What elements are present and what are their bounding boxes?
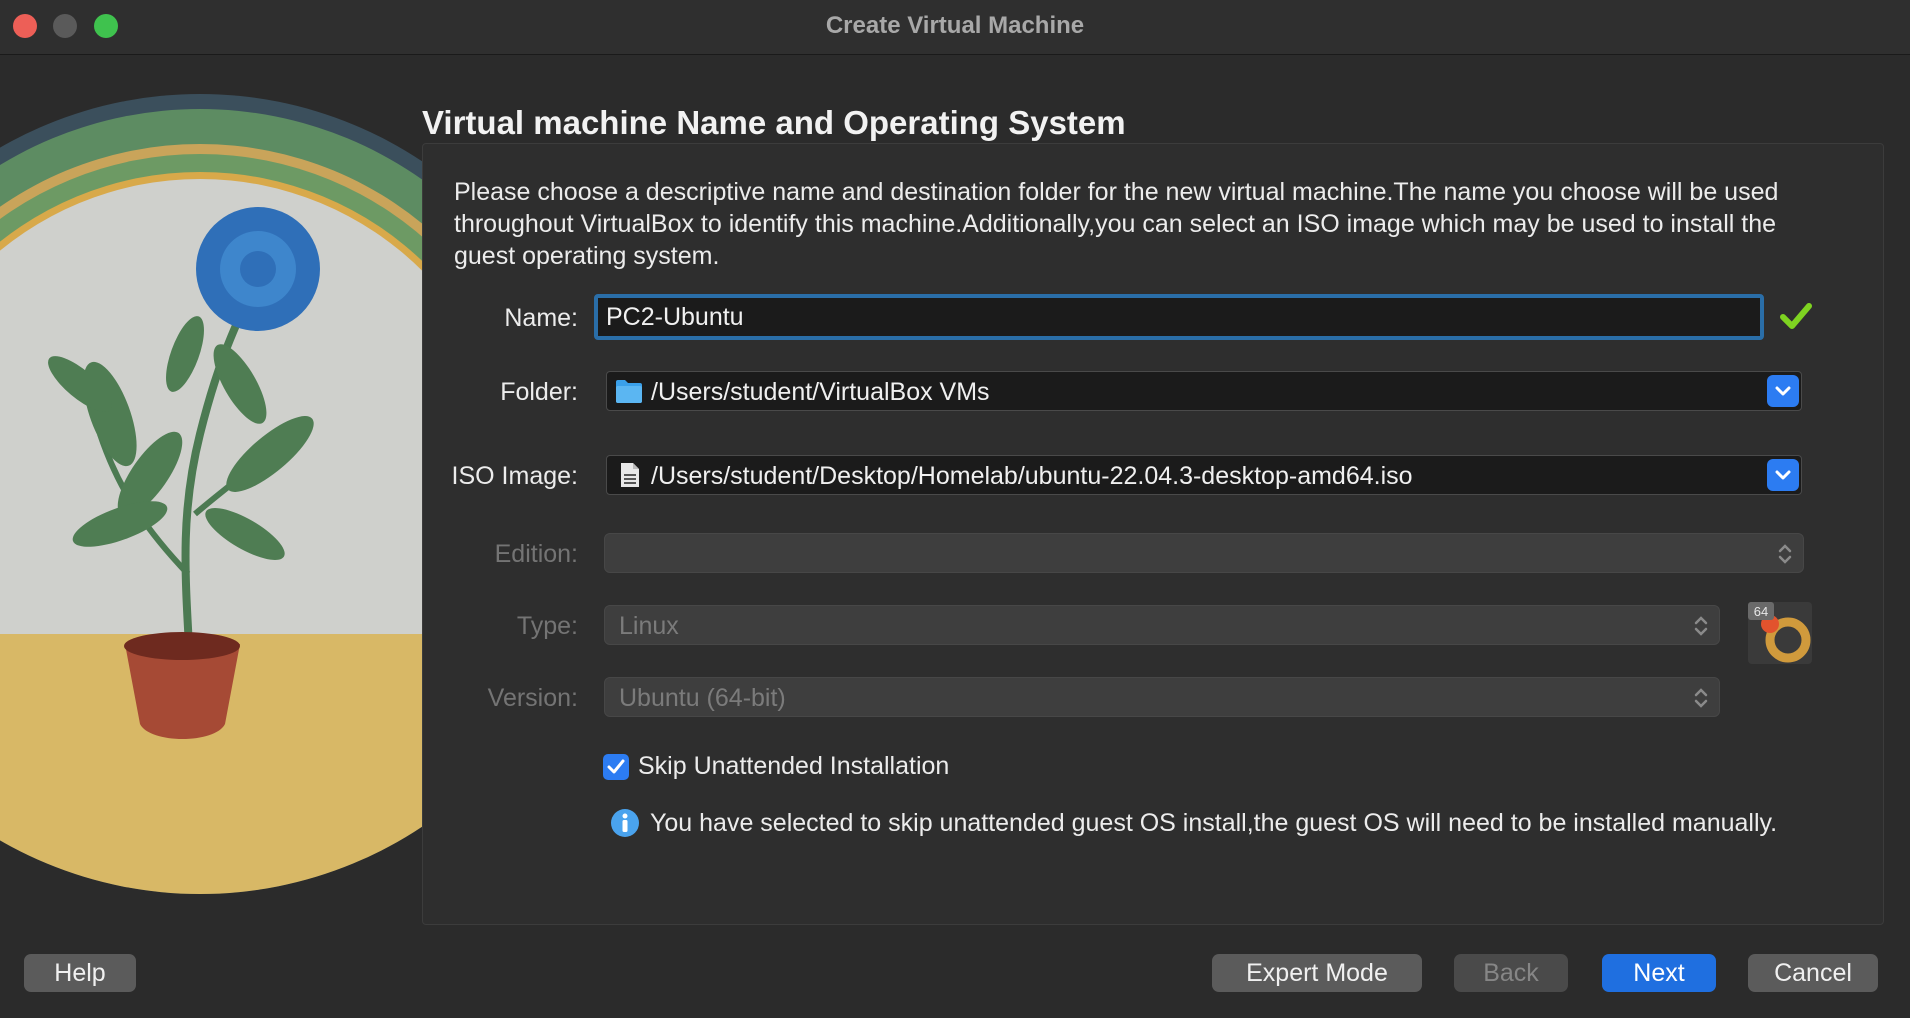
folder-icon <box>616 380 642 403</box>
cancel-button[interactable]: Cancel <box>1748 954 1878 992</box>
iso-dropdown-button[interactable] <box>1767 459 1799 491</box>
os-bitness-badge: 64 <box>1754 604 1768 619</box>
iso-combo[interactable]: /Users/student/Desktop/Homelab/ubuntu-22… <box>606 455 1802 495</box>
folder-dropdown-button[interactable] <box>1767 375 1799 407</box>
expert-mode-button[interactable]: Expert Mode <box>1212 954 1422 992</box>
create-vm-window: Create Virtual Machine Virtual machine N… <box>0 0 1910 1018</box>
folder-label: Folder: <box>500 378 578 406</box>
edition-label: Edition: <box>494 540 578 568</box>
type-select[interactable]: Linux <box>604 605 1720 645</box>
type-value: Linux <box>619 612 679 640</box>
page-heading: Virtual machine Name and Operating Syste… <box>422 104 1126 141</box>
ubuntu-os-icon: 64 <box>1748 602 1812 664</box>
iso-path: /Users/student/Desktop/Homelab/ubuntu-22… <box>651 462 1413 490</box>
next-button[interactable]: Next <box>1602 954 1716 992</box>
help-button[interactable]: Help <box>24 954 136 992</box>
type-label: Type: <box>516 612 578 640</box>
skip-unattended-checkbox[interactable] <box>603 754 629 780</box>
iso-file-icon <box>621 463 639 487</box>
check-valid-icon <box>1780 303 1812 329</box>
page-description: Please choose a descriptive name and des… <box>454 178 1779 270</box>
updown-arrows-icon <box>1694 616 1708 636</box>
window-title: Create Virtual Machine <box>825 12 1085 39</box>
version-value: Ubuntu (64-bit) <box>619 684 786 712</box>
name-input[interactable] <box>594 294 1764 340</box>
name-label: Name: <box>504 304 578 332</box>
back-button[interactable]: Back <box>1454 954 1568 992</box>
updown-arrows-icon <box>1694 688 1708 708</box>
folder-path: /Users/student/VirtualBox VMs <box>651 378 990 406</box>
title-bar: Create Virtual Machine <box>0 0 1910 55</box>
unattended-info-message: You have selected to skip unattended gue… <box>650 809 1778 837</box>
version-select[interactable]: Ubuntu (64-bit) <box>604 677 1720 717</box>
version-label: Version: <box>487 684 578 712</box>
iso-label: ISO Image: <box>451 462 578 490</box>
folder-combo[interactable]: /Users/student/VirtualBox VMs <box>606 371 1802 411</box>
skip-unattended-label[interactable]: Skip Unattended Installation <box>638 752 949 781</box>
updown-arrows-icon <box>1778 544 1792 564</box>
edition-select[interactable] <box>604 533 1804 573</box>
chevron-down-icon <box>1775 386 1791 396</box>
chevron-down-icon <box>1775 470 1791 480</box>
checkmark-icon <box>607 759 625 774</box>
